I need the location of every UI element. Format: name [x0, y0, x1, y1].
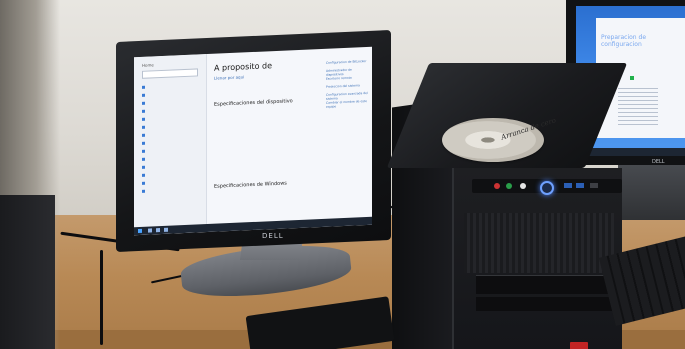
right-monitor-logo: DELL	[652, 159, 665, 165]
usb-port[interactable]	[590, 183, 598, 188]
usb-port[interactable]	[564, 183, 572, 188]
sidebar-item[interactable]	[142, 106, 198, 113]
taskbar-icon[interactable]	[164, 227, 168, 232]
taskbar-icon[interactable]	[148, 228, 152, 233]
sidebar-item[interactable]	[142, 114, 198, 121]
drive-bay	[476, 297, 616, 311]
sidebar-item[interactable]	[142, 98, 198, 105]
main-monitor: Home A proposito de Llenar por aqui Espe…	[116, 29, 391, 253]
sidebar-item[interactable]	[142, 162, 198, 169]
related-link[interactable]: Cambiar el nombre de este equipo	[326, 99, 370, 109]
sidebar-title[interactable]: Home	[142, 62, 154, 68]
sidebar-item[interactable]	[142, 122, 198, 129]
section-title-windows: Especificaciones de Windows	[214, 180, 287, 190]
power-button[interactable]	[540, 181, 554, 195]
optical-drive[interactable]	[476, 275, 616, 294]
settings-search-input[interactable]	[142, 68, 198, 79]
monitor-screen: Home A proposito de Llenar por aqui Espe…	[134, 46, 372, 236]
cable	[100, 250, 103, 345]
pc-tower	[386, 63, 628, 349]
side-computer-tower	[0, 195, 55, 349]
sidebar-item[interactable]	[142, 146, 198, 153]
status-indicator	[630, 76, 634, 80]
taskbar-icon[interactable]	[156, 228, 160, 233]
setup-window-title: Preparacion de configuracion	[601, 34, 647, 48]
sidebar-item[interactable]	[142, 138, 198, 145]
sidebar-item[interactable]	[142, 82, 198, 89]
status-led	[570, 342, 588, 349]
sidebar-item[interactable]	[142, 90, 198, 97]
reset-button[interactable]	[520, 183, 526, 189]
section-title: Especificaciones del dispositivo	[214, 98, 293, 108]
related-link[interactable]: Escritorio remoto	[326, 75, 370, 81]
front-grille	[464, 213, 614, 273]
usb-port[interactable]	[576, 183, 584, 188]
page-title: A proposito de	[214, 61, 273, 73]
sidebar-item[interactable]	[142, 186, 198, 193]
sidebar-item[interactable]	[142, 154, 198, 161]
sidebar-item[interactable]	[142, 170, 198, 177]
related-link[interactable]: Configuracion de BitLocker	[326, 59, 370, 65]
sidebar-item[interactable]	[142, 130, 198, 137]
window-text-lines	[618, 88, 658, 128]
spec-row	[214, 199, 314, 208]
audio-jack[interactable]	[506, 183, 512, 189]
page-subtitle: Llenar por aqui	[214, 74, 245, 81]
right-monitor-stand	[618, 160, 685, 220]
headphone-jack[interactable]	[494, 183, 500, 189]
spec-row	[214, 139, 314, 148]
related-link[interactable]: Proteccion del sistema	[326, 83, 370, 88]
sidebar-item[interactable]	[142, 178, 198, 185]
photo-scene: Preparacion de configuracion DELL Home A…	[0, 0, 685, 349]
settings-sidebar: Home	[134, 54, 207, 236]
start-icon[interactable]	[138, 228, 142, 234]
monitor-logo: DELL	[262, 232, 284, 240]
